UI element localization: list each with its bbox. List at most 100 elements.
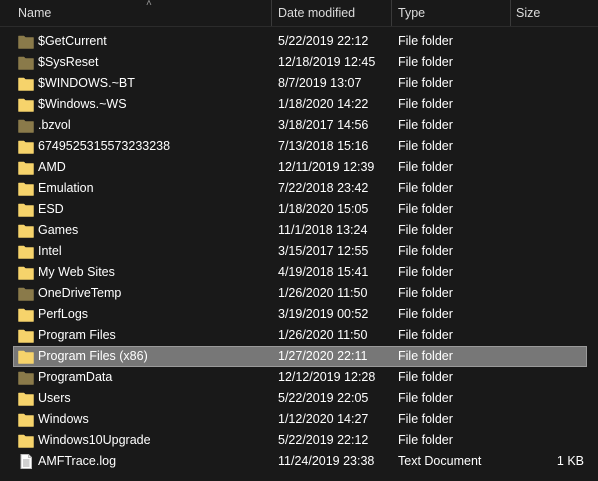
- file-name: Users: [38, 391, 71, 405]
- file-date-modified: 5/22/2019 22:12: [278, 34, 369, 48]
- file-name: AMFTrace.log: [38, 454, 117, 468]
- folder-hidden-icon: [18, 55, 34, 70]
- file-type: File folder: [398, 244, 453, 258]
- file-name: AMD: [38, 160, 66, 174]
- list-item[interactable]: Intel 3/15/2017 12:55 File folder: [0, 241, 598, 262]
- folder-icon: [18, 223, 34, 238]
- file-date-modified: 1/27/2020 22:11: [278, 349, 368, 363]
- file-explorer-details-view: Name ˄ Date modified Type Size $GetCurre…: [0, 0, 598, 481]
- file-type: File folder: [398, 34, 453, 48]
- sort-ascending-icon: ˄: [146, 0, 152, 9]
- file-date-modified: 3/18/2017 14:56: [278, 118, 369, 132]
- column-header-date-label: Date modified: [278, 6, 356, 20]
- list-item[interactable]: Windows10Upgrade 5/22/2019 22:12 File fold…: [0, 430, 598, 451]
- column-header-date-modified[interactable]: Date modified: [272, 0, 392, 26]
- file-name: Games: [38, 223, 79, 237]
- file-date-modified: 5/22/2019 22:12: [278, 433, 369, 447]
- file-name: $SysReset: [38, 55, 99, 69]
- file-type: File folder: [398, 202, 453, 216]
- file-name: 6749525315573233238: [38, 139, 171, 153]
- list-item[interactable]: AMFTrace.log 11/24/2019 23:38 Text Documen…: [0, 451, 598, 472]
- list-item[interactable]: Emulation 7/22/2018 23:42 File folder: [0, 178, 598, 199]
- folder-icon: [18, 307, 34, 322]
- folder-icon: [18, 391, 34, 406]
- file-name: $GetCurrent: [38, 34, 107, 48]
- list-item[interactable]: OneDriveTemp 1/26/2020 11:50 File folder: [0, 283, 598, 304]
- file-date-modified: 4/19/2018 15:41: [278, 265, 369, 279]
- folder-icon: [18, 97, 34, 112]
- file-date-modified: 1/26/2020 11:50: [278, 328, 368, 342]
- file-date-modified: 1/26/2020 11:50: [278, 286, 368, 300]
- folder-hidden-icon: [18, 286, 34, 301]
- file-type: File folder: [398, 55, 453, 69]
- file-name: PerfLogs: [38, 307, 89, 321]
- text-document-icon: [18, 454, 34, 469]
- file-date-modified: 12/11/2019 12:39: [278, 160, 375, 174]
- file-type: File folder: [398, 349, 453, 363]
- file-type: File folder: [398, 370, 453, 384]
- list-item[interactable]: PerfLogs 3/19/2019 00:52 File folder: [0, 304, 598, 325]
- list-item[interactable]: Users 5/22/2019 22:05 File folder: [0, 388, 598, 409]
- file-list: $GetCurrent 5/22/2019 22:12 File folder $Sy…: [0, 31, 598, 472]
- file-date-modified: 1/12/2020 14:27: [278, 412, 369, 426]
- folder-icon: [18, 202, 34, 217]
- folder-hidden-icon: [18, 34, 34, 49]
- list-item-selected[interactable]: Program Files (x86) 1/27/2020 22:11 File f…: [13, 346, 587, 367]
- folder-icon: [18, 433, 34, 448]
- file-type: Text Document: [398, 454, 482, 468]
- list-item[interactable]: 6749525315573233238 7/13/2018 15:16 File f…: [0, 136, 598, 157]
- column-header-size[interactable]: Size: [510, 0, 598, 26]
- file-name: Windows10Upgrade: [38, 433, 151, 447]
- file-date-modified: 7/22/2018 23:42: [278, 181, 369, 195]
- file-date-modified: 7/13/2018 15:16: [278, 139, 369, 153]
- folder-icon: [18, 181, 34, 196]
- file-name: Windows: [38, 412, 89, 426]
- file-date-modified: 1/18/2020 15:05: [278, 202, 369, 216]
- list-item[interactable]: AMD 12/11/2019 12:39 File folder: [0, 157, 598, 178]
- list-item[interactable]: $GetCurrent 5/22/2019 22:12 File folder: [0, 31, 598, 52]
- file-type: File folder: [398, 328, 453, 342]
- file-name: OneDriveTemp: [38, 286, 122, 300]
- list-item[interactable]: ProgramData 12/12/2019 12:28 File folder: [0, 367, 598, 388]
- folder-icon: [18, 76, 34, 91]
- list-item[interactable]: Windows 1/12/2020 14:27 File folder: [0, 409, 598, 430]
- column-header-bar: Name ˄ Date modified Type Size: [0, 0, 598, 27]
- file-name: Intel: [38, 244, 62, 258]
- file-name: ESD: [38, 202, 64, 216]
- list-item[interactable]: Program Files 1/26/2020 11:50 File folder: [0, 325, 598, 346]
- file-type: File folder: [398, 160, 453, 174]
- list-item[interactable]: .bzvol 3/18/2017 14:56 File folder: [0, 115, 598, 136]
- file-date-modified: 3/15/2017 12:55: [278, 244, 369, 258]
- folder-hidden-icon: [18, 118, 34, 133]
- folder-icon: [18, 328, 34, 343]
- file-date-modified: 1/18/2020 14:22: [278, 97, 369, 111]
- file-date-modified: 11/24/2019 23:38: [278, 454, 375, 468]
- file-type: File folder: [398, 412, 453, 426]
- column-header-type[interactable]: Type: [392, 0, 510, 26]
- file-name: Program Files (x86): [38, 349, 148, 363]
- folder-icon: [18, 244, 34, 259]
- list-item[interactable]: ESD 1/18/2020 15:05 File folder: [0, 199, 598, 220]
- file-type: File folder: [398, 286, 453, 300]
- folder-icon: [18, 265, 34, 280]
- list-item[interactable]: $Windows.~WS 1/18/2020 14:22 File folder: [0, 94, 598, 115]
- folder-hidden-icon: [18, 370, 34, 385]
- folder-icon: [18, 412, 34, 427]
- file-type: File folder: [398, 223, 453, 237]
- list-item[interactable]: $WINDOWS.~BT 8/7/2019 13:07 File folder: [0, 73, 598, 94]
- folder-icon: [18, 139, 34, 154]
- file-type: File folder: [398, 139, 453, 153]
- file-type: File folder: [398, 76, 453, 90]
- file-name: $WINDOWS.~BT: [38, 76, 135, 90]
- list-item[interactable]: My Web Sites 4/19/2018 15:41 File folder: [0, 262, 598, 283]
- file-date-modified: 8/7/2019 13:07: [278, 76, 362, 90]
- folder-icon: [18, 160, 34, 175]
- column-header-name[interactable]: Name ˄: [12, 0, 272, 26]
- file-date-modified: 3/19/2019 00:52: [278, 307, 369, 321]
- file-name: ProgramData: [38, 370, 113, 384]
- list-item[interactable]: $SysReset 12/18/2019 12:45 File folder: [0, 52, 598, 73]
- file-type: File folder: [398, 181, 453, 195]
- file-date-modified: 12/18/2019 12:45: [278, 55, 376, 69]
- list-item[interactable]: Games 11/1/2018 13:24 File folder: [0, 220, 598, 241]
- file-date-modified: 5/22/2019 22:05: [278, 391, 369, 405]
